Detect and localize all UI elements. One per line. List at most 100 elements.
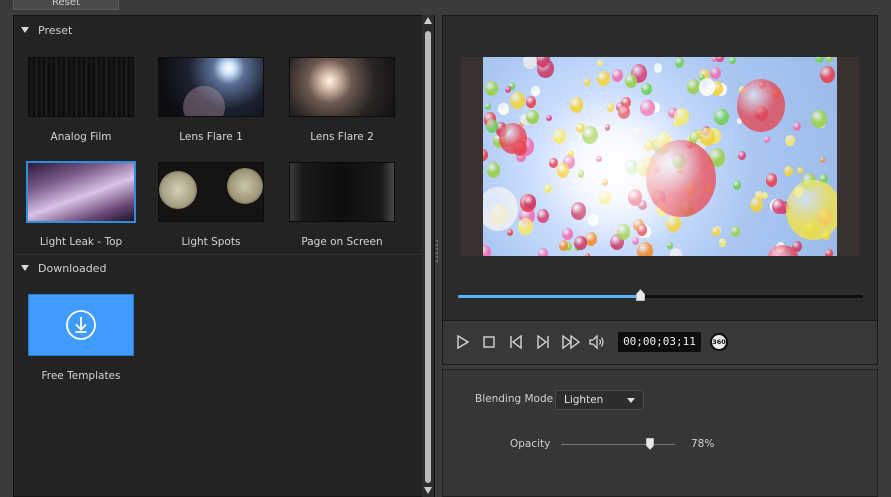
- blending-mode-label: Blending Mode: [475, 393, 554, 405]
- preset-item-page-on-screen[interactable]: Page on Screen: [287, 162, 397, 248]
- top-toolbar: Reset: [0, 0, 891, 14]
- preset-item-label: Light Spots: [181, 236, 241, 248]
- downloaded-section-title: Downloaded: [38, 261, 107, 275]
- balloon-shape: [819, 66, 835, 84]
- transport-controls: 00;00;03;11 360: [442, 321, 878, 365]
- opacity-slider-handle[interactable]: [645, 438, 654, 450]
- balloon-shape: [716, 57, 724, 63]
- balloon-shape: [546, 114, 552, 121]
- scroll-up-arrow-icon[interactable]: [424, 17, 432, 24]
- next-frame-icon[interactable]: [534, 333, 552, 351]
- preset-item-label: Lens Flare 2: [310, 131, 374, 143]
- balloon-shape: [666, 241, 673, 249]
- balloon-shape: [674, 57, 684, 68]
- collapse-triangle-icon: [21, 265, 29, 271]
- playback-progress-bar[interactable]: [458, 289, 863, 301]
- play-icon[interactable]: [453, 333, 471, 351]
- blending-properties-panel: Blending Mode Lighten Opacity 78%: [442, 369, 878, 497]
- effects-library-panel: Preset Analog Film Lens Flare 1 Lens Fla…: [13, 15, 435, 497]
- preview-panel: [442, 15, 878, 321]
- balloon-shape: [517, 217, 533, 235]
- blending-mode-value: Lighten: [564, 394, 604, 406]
- preset-item-lens-flare-2[interactable]: Lens Flare 2: [287, 57, 397, 143]
- balloon-shape: [785, 179, 837, 240]
- blending-mode-dropdown[interactable]: Lighten: [555, 390, 644, 410]
- balloon-shape: [611, 69, 624, 83]
- preset-section-header[interactable]: Preset: [14, 18, 424, 42]
- preset-item-label: Analog Film: [50, 131, 112, 143]
- sun-glow: [543, 97, 713, 247]
- video-preview-image[interactable]: [483, 57, 837, 256]
- balloon-shape: [484, 80, 499, 97]
- balloon-shape: [485, 119, 498, 134]
- balloon-shape: [710, 66, 722, 80]
- balloon-shape: [653, 63, 663, 73]
- fast-forward-icon[interactable]: [561, 333, 581, 351]
- video-preview-frame: [461, 57, 859, 256]
- balloon-shape: [711, 227, 720, 236]
- stop-icon[interactable]: [480, 333, 498, 351]
- reset-button[interactable]: Reset: [13, 0, 119, 10]
- balloon-shape: [574, 235, 587, 251]
- opacity-slider[interactable]: [561, 438, 675, 450]
- playhead-handle[interactable]: [636, 289, 646, 301]
- balloon-shape: [583, 78, 590, 86]
- preset-item-label: Page on Screen: [301, 236, 383, 248]
- scroll-down-arrow-icon[interactable]: [424, 487, 432, 494]
- opacity-label: Opacity: [510, 438, 551, 450]
- balloon-shape: [729, 57, 736, 65]
- balloon-shape: [584, 253, 590, 256]
- balloon-shape: [597, 59, 603, 67]
- balloon-shape: [486, 162, 501, 178]
- balloon-shape: [738, 151, 747, 160]
- balloon-shape: [531, 86, 540, 96]
- balloon-shape: [719, 238, 727, 247]
- preset-item-analog-film[interactable]: Analog Film: [26, 57, 136, 143]
- lens-flare-2-thumbnail: [289, 57, 395, 117]
- balloon-shape: [824, 248, 833, 256]
- balloon-shape: [525, 96, 537, 109]
- balloon-shape: [796, 167, 803, 175]
- section-divider: [14, 254, 424, 255]
- preset-section-title: Preset: [38, 23, 73, 37]
- balloon-shape: [483, 148, 489, 161]
- timecode-display: 00;00;03;11: [618, 332, 701, 352]
- progress-fill: [458, 295, 641, 298]
- volume-icon[interactable]: [588, 333, 606, 351]
- previous-frame-icon[interactable]: [507, 333, 525, 351]
- balloon-shape: [537, 209, 550, 224]
- balloon-shape: [669, 247, 683, 256]
- balloon-shape: [811, 109, 827, 128]
- balloon-shape: [526, 109, 539, 125]
- library-scrollbar[interactable]: [422, 15, 434, 497]
- balloon-shape: [714, 108, 729, 126]
- balloon-shape: [765, 173, 778, 187]
- balloon-shape: [730, 225, 741, 237]
- balloon-shape: [509, 91, 525, 109]
- scrollbar-thumb[interactable]: [425, 31, 431, 483]
- downloaded-item-free-templates[interactable]: Free Templates: [26, 294, 136, 382]
- balloon-shape: [732, 180, 741, 190]
- 360-view-button[interactable]: 360: [710, 333, 728, 351]
- balloon-shape: [483, 245, 491, 256]
- balloon-shape: [793, 121, 802, 131]
- lens-flare-1-thumbnail: [158, 57, 264, 117]
- balloon-shape: [737, 79, 785, 132]
- balloon-shape: [483, 187, 518, 231]
- light-leak-top-thumbnail: [26, 161, 136, 223]
- preset-item-light-spots[interactable]: Light Spots: [156, 162, 266, 248]
- balloon-shape: [484, 102, 491, 110]
- preset-item-light-leak-top[interactable]: Light Leak - Top: [26, 161, 136, 248]
- preset-item-lens-flare-1[interactable]: Lens Flare 1: [156, 57, 266, 143]
- balloon-shape: [641, 82, 653, 96]
- balloon-shape: [819, 156, 826, 163]
- downloaded-section-header[interactable]: Downloaded: [14, 256, 424, 280]
- balloon-shape: [523, 57, 538, 69]
- panel-splitter-handle[interactable]: [436, 240, 439, 264]
- balloon-shape: [784, 166, 793, 176]
- preset-item-label: Light Leak - Top: [39, 236, 123, 248]
- opacity-value: 78%: [691, 438, 715, 450]
- blending-effects-window: Reset Preset Analog Film Lens Flare 1 Le…: [0, 0, 891, 497]
- balloon-shape: [826, 57, 833, 63]
- downloaded-item-label: Free Templates: [41, 370, 121, 382]
